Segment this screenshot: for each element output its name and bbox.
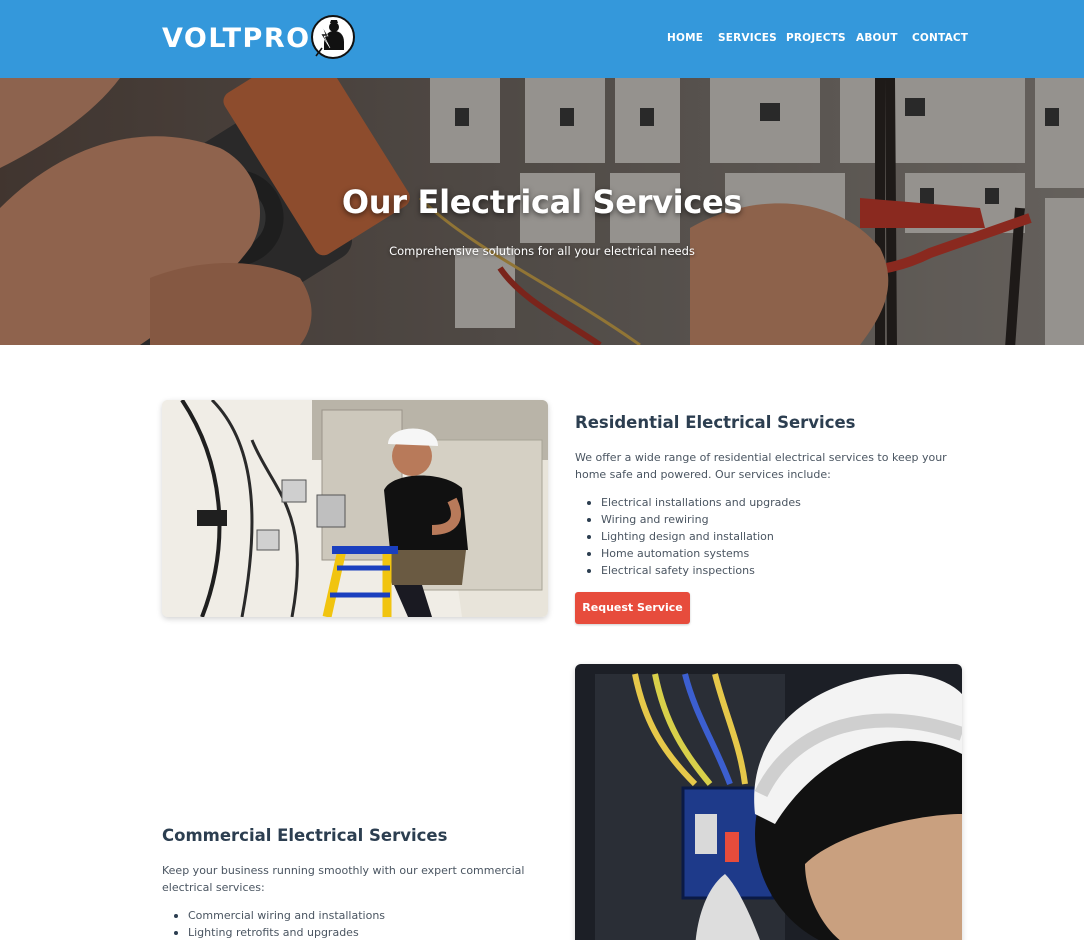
commercial-intro: Keep your business running smoothly with… <box>162 864 525 894</box>
list-item: Lighting retrofits and upgrades <box>162 924 385 940</box>
hero-banner: Our Electrical Services Comprehensive so… <box>0 78 1084 345</box>
nav-contact[interactable]: CONTACT <box>912 31 968 45</box>
brand-name[interactable]: VOLTPRO <box>162 22 311 56</box>
list-item: Lighting design and installation <box>575 528 801 545</box>
list-item: Electrical installations and upgrades <box>575 494 801 511</box>
list-item: Electrical safety inspections <box>575 562 801 579</box>
page-title: Our Electrical Services <box>341 183 743 221</box>
site-header: VOLTPRO HOME SERVICES PROJECTS ABOUT CON… <box>0 0 1084 78</box>
residential-list: Electrical installations and upgrades Wi… <box>575 494 801 579</box>
residential-title: Residential Electrical Services <box>575 413 856 432</box>
nav-services[interactable]: SERVICES <box>718 31 777 45</box>
nav-about[interactable]: ABOUT <box>856 31 898 45</box>
page-subtitle: Comprehensive solutions for all your ele… <box>389 244 695 258</box>
commercial-list: Commercial wiring and installations Ligh… <box>162 907 385 940</box>
commercial-title: Commercial Electrical Services <box>162 826 448 845</box>
residential-intro: We offer a wide range of residential ele… <box>575 451 947 481</box>
list-item: Commercial wiring and installations <box>162 907 385 924</box>
nav-projects[interactable]: PROJECTS <box>786 31 846 45</box>
commercial-service-image <box>575 664 962 940</box>
residential-service-image <box>162 400 548 617</box>
list-item: Home automation systems <box>575 545 801 562</box>
nav-home[interactable]: HOME <box>667 31 703 45</box>
electrician-logo-icon[interactable] <box>310 14 356 60</box>
request-service-button[interactable]: Request Service <box>575 592 690 624</box>
list-item: Wiring and rewiring <box>575 511 801 528</box>
